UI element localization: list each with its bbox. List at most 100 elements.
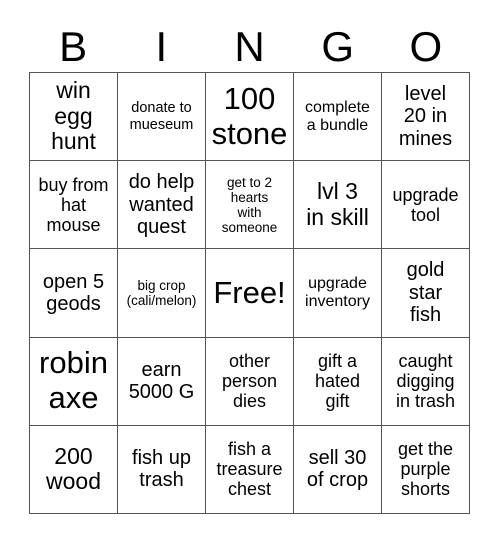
cell-text-line: upgrade bbox=[392, 184, 459, 205]
cell-text-line: quest bbox=[137, 215, 186, 238]
cell-text-line: sell 30 bbox=[308, 447, 367, 469]
cell-text-line: geods bbox=[46, 292, 101, 315]
cell-text-line: open 5 bbox=[42, 270, 105, 293]
bingo-cell-b2[interactable]: buy from hat mouse bbox=[30, 161, 118, 250]
bingo-cell-n2[interactable]: get to 2 hearts with someone bbox=[206, 161, 294, 250]
bingo-cell-text: complete a bundle bbox=[305, 99, 370, 135]
cell-text-line: axe bbox=[48, 380, 99, 416]
bingo-cell-b5[interactable]: 200 wood bbox=[30, 425, 118, 514]
bingo-cell-text: other person dies bbox=[222, 351, 277, 411]
cell-text-line: 20 in bbox=[403, 105, 448, 128]
cell-text-line: fish up bbox=[132, 447, 191, 469]
cell-text-line: hunt bbox=[51, 128, 96, 155]
bingo-cell-o1[interactable]: level 20 in mines bbox=[382, 73, 470, 162]
header-letter-b: B bbox=[59, 23, 88, 70]
cell-text-line: star bbox=[408, 281, 443, 304]
bingo-cell-b1[interactable]: win egg hunt bbox=[30, 73, 118, 162]
bingo-cell-text: sell 30 of crop bbox=[307, 447, 368, 492]
bingo-cell-text: big crop (cali/melon) bbox=[127, 278, 197, 308]
bingo-header: B I N G O bbox=[29, 22, 470, 72]
bingo-cell-text: earn 5000 G bbox=[129, 359, 195, 404]
cell-text-line: lvl 3 bbox=[317, 178, 358, 205]
bingo-cell-i1[interactable]: donate to mueseum bbox=[118, 73, 206, 162]
bingo-cell-text: upgrade inventory bbox=[305, 275, 370, 311]
cell-text-line: shorts bbox=[400, 479, 450, 500]
cell-text-line: egg bbox=[54, 102, 93, 129]
bingo-cell-text: fish a treasure chest bbox=[216, 439, 282, 499]
bingo-cell-g3[interactable]: upgrade inventory bbox=[294, 249, 382, 338]
bingo-cell-n5[interactable]: fish a treasure chest bbox=[206, 425, 294, 514]
bingo-cell-text: open 5 geods bbox=[43, 271, 104, 316]
bingo-cell-g4[interactable]: gift a hated gift bbox=[294, 337, 382, 426]
bingo-cell-g2[interactable]: lvl 3 in skill bbox=[294, 161, 382, 250]
bingo-cell-n1[interactable]: 100 stone bbox=[206, 73, 294, 162]
bingo-cell-o5[interactable]: get the purple shorts bbox=[382, 425, 470, 514]
bingo-cell-text: win egg hunt bbox=[51, 77, 96, 155]
cell-text-line: tool bbox=[410, 204, 441, 225]
cell-text-line: mouse bbox=[46, 214, 101, 235]
bingo-cell-g5[interactable]: sell 30 of crop bbox=[294, 425, 382, 514]
cell-text-line: caught bbox=[398, 350, 453, 371]
bingo-cell-text: 200 wood bbox=[46, 442, 101, 496]
cell-text-line: of crop bbox=[306, 469, 369, 492]
cell-text-line: gift bbox=[325, 391, 350, 412]
cell-text-line: treasure bbox=[216, 459, 283, 480]
bingo-cell-i5[interactable]: fish up trash bbox=[118, 425, 206, 514]
header-letter-g: G bbox=[321, 23, 355, 70]
cell-text-line: wanted bbox=[129, 193, 194, 216]
cell-text-line: 200 bbox=[54, 442, 93, 469]
bingo-cell-i3[interactable]: big crop (cali/melon) bbox=[118, 249, 206, 338]
bingo-cell-text: get to 2 hearts with someone bbox=[222, 175, 278, 235]
header-letter-o: O bbox=[409, 23, 443, 70]
cell-text-line: 100 bbox=[223, 80, 276, 116]
bingo-grid: win egg hunt donate to mueseum 100 stone comple… bbox=[29, 72, 470, 514]
bingo-cell-o4[interactable]: caught digging in trash bbox=[382, 337, 470, 426]
cell-text-line: mueseum bbox=[129, 116, 194, 133]
bingo-cell-text: upgrade tool bbox=[392, 185, 458, 225]
cell-text-line: hat bbox=[60, 194, 87, 215]
cell-text-line: buy from bbox=[38, 174, 109, 195]
cell-text-line: chest bbox=[227, 479, 271, 500]
cell-text-line: get the bbox=[397, 439, 454, 460]
bingo-cell-o2[interactable]: upgrade tool bbox=[382, 161, 470, 250]
cell-text-line: (cali/melon) bbox=[126, 292, 197, 308]
cell-text-line: trash bbox=[139, 469, 184, 492]
bingo-cell-text: gold star fish bbox=[407, 259, 445, 326]
bingo-cell-text: level 20 in mines bbox=[399, 83, 452, 150]
bingo-cell-b3[interactable]: open 5 geods bbox=[30, 249, 118, 338]
cell-text-line: big crop bbox=[137, 277, 186, 293]
bingo-cell-g1[interactable]: complete a bundle bbox=[294, 73, 382, 162]
cell-text-line: in skill bbox=[306, 203, 369, 230]
cell-text-line: do help bbox=[128, 171, 195, 194]
cell-text-line: level bbox=[404, 83, 447, 105]
cell-text-line: purple bbox=[400, 459, 451, 480]
cell-text-line: fish a bbox=[227, 439, 271, 460]
bingo-cell-n3[interactable]: Free! bbox=[206, 249, 294, 338]
bingo-cell-text: do help wanted quest bbox=[129, 171, 195, 238]
bingo-cell-i2[interactable]: do help wanted quest bbox=[118, 161, 206, 250]
cell-text-line: get to 2 bbox=[226, 174, 273, 190]
bingo-cell-n4[interactable]: other person dies bbox=[206, 337, 294, 426]
header-letter-n: N bbox=[234, 23, 265, 70]
cell-text-line: in trash bbox=[395, 391, 456, 412]
header-letter-i: I bbox=[155, 23, 168, 70]
cell-text-line: a bundle bbox=[306, 116, 369, 134]
cell-text-line: other bbox=[228, 350, 270, 371]
cell-text-line: upgrade bbox=[308, 275, 367, 293]
bingo-cell-text: get the purple shorts bbox=[398, 439, 453, 499]
cell-text-line: Free! bbox=[213, 274, 286, 310]
bingo-cell-o3[interactable]: gold star fish bbox=[382, 249, 470, 338]
bingo-cell-i4[interactable]: earn 5000 G bbox=[118, 337, 206, 426]
bingo-cell-text: Free! bbox=[213, 274, 286, 311]
bingo-cell-text: gift a hated gift bbox=[315, 351, 360, 411]
cell-text-line: gift a bbox=[317, 350, 357, 371]
cell-text-line: stone bbox=[211, 115, 288, 151]
cell-text-line: with bbox=[237, 204, 262, 220]
bingo-cell-text: lvl 3 in skill bbox=[306, 178, 369, 231]
cell-text-line: earn bbox=[141, 358, 182, 381]
cell-text-line: hearts bbox=[230, 189, 269, 205]
bingo-cell-text: robin axe bbox=[39, 346, 108, 415]
cell-text-line: fish bbox=[409, 304, 442, 327]
bingo-cell-b4[interactable]: robin axe bbox=[30, 337, 118, 426]
bingo-cell-text: donate to mueseum bbox=[130, 100, 194, 132]
